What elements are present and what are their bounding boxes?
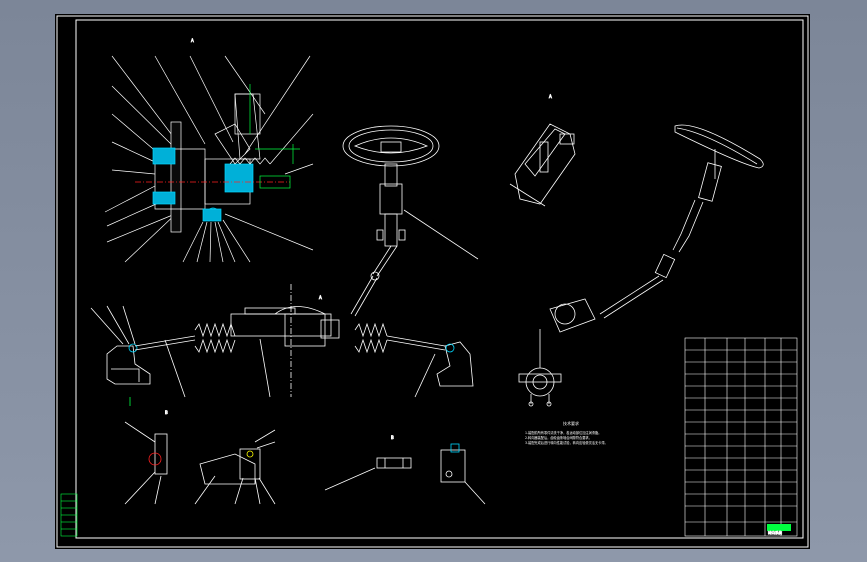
- notes-title: 技术要求: [563, 420, 579, 426]
- steering-column-assembly: [342, 125, 479, 317]
- cad-drawing-sheet: A A A 技术要求 1.装配前所有零件清洗干净，各运动部位加注润滑脂。 2.转…: [55, 14, 810, 549]
- revision-table: [60, 493, 78, 537]
- view-label-center: A: [319, 295, 322, 300]
- inner-border: [75, 19, 804, 539]
- notes-line-1: 1.装配前所有零件清洗干净，各运动部位加注润滑脂。: [525, 430, 601, 435]
- bottom-detail-views: B B: [124, 410, 486, 505]
- steering-gear-section-view: A: [104, 38, 314, 263]
- view-label-detail: B: [165, 410, 168, 415]
- technical-notes: 技术要求 1.装配前所有零件清洗干净，各运动部位加注润滑脂。 2.转向器装配后，…: [525, 420, 608, 445]
- notes-line-2: 2.转向器装配后，齿轮齿条啮合间隙符合要求。: [525, 435, 592, 440]
- notes-line-3: 3.装配完成后进行转向性能试验，转向应轻便灵活无卡滞。: [525, 440, 608, 445]
- isometric-steering-assembly: [518, 124, 764, 407]
- view-label-upper-right: A: [549, 94, 552, 99]
- rack-and-linkage-assembly: A: [90, 284, 474, 406]
- view-label-bottom: B: [391, 435, 394, 440]
- outer-border: [56, 15, 809, 548]
- upper-right-detail-view: A: [509, 94, 576, 207]
- title-block-label: 转向系统: [768, 530, 782, 535]
- view-label-top: A: [191, 38, 194, 43]
- parts-list-table: 转向系统: [684, 337, 798, 537]
